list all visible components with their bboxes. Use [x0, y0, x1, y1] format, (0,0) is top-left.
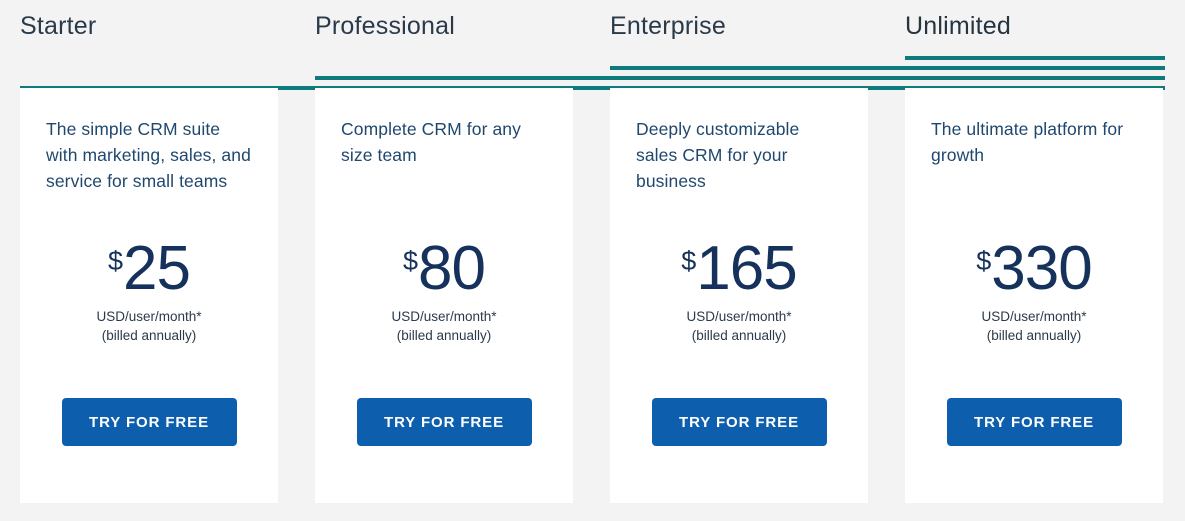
try-for-free-button[interactable]: TRY FOR FREE	[651, 398, 827, 446]
tab-label: Unlimited	[905, 12, 1011, 40]
plan-card-enterprise[interactable]: Deeply customizable sales CRM for your b…	[610, 88, 868, 503]
tab-label: Professional	[315, 12, 455, 40]
plan-billing-note: (billed annually)	[986, 328, 1082, 344]
currency-symbol: $	[108, 246, 124, 276]
plan-description: The simple CRM suite with marketing, sal…	[46, 119, 251, 191]
currency-symbol: $	[681, 246, 697, 276]
try-for-free-button[interactable]: TRY FOR FREE	[356, 398, 532, 446]
plan-description: The ultimate platform for growth	[931, 119, 1124, 165]
plan-card-starter[interactable]: The simple CRM suite with marketing, sal…	[20, 88, 278, 503]
price-amount: 330	[991, 234, 1092, 303]
tab-underline-enterprise	[610, 66, 1165, 70]
plan-price: $ 80	[403, 234, 486, 303]
tab-label: Enterprise	[610, 12, 726, 40]
try-for-free-button[interactable]: TRY FOR FREE	[946, 398, 1122, 446]
currency-symbol: $	[403, 246, 419, 276]
plan-price-block: $ 165 USD/user/month* (billed annually)	[610, 234, 868, 345]
plan-description: Deeply customizable sales CRM for your b…	[636, 119, 800, 191]
plan-price-block: $ 25 USD/user/month* (billed annually)	[20, 234, 278, 345]
tab-enterprise[interactable]: Enterprise	[610, 0, 868, 52]
tab-unlimited[interactable]: Unlimited	[905, 0, 1163, 52]
plan-unit-note: USD/user/month*	[686, 309, 792, 325]
plan-description: Complete CRM for any size team	[341, 119, 521, 165]
plan-cta-wrapper: TRY FOR FREE	[610, 398, 868, 446]
plan-unit-note: USD/user/month*	[981, 309, 1087, 325]
plan-billing-note: (billed annually)	[101, 328, 197, 344]
plan-price-note: USD/user/month* (billed annually)	[905, 307, 1163, 345]
plan-unit-note: USD/user/month*	[391, 309, 497, 325]
plan-cta-wrapper: TRY FOR FREE	[20, 398, 278, 446]
currency-symbol: $	[976, 246, 992, 276]
tab-professional[interactable]: Professional	[315, 0, 573, 52]
plan-price: $ 165	[681, 234, 797, 303]
price-amount: 165	[696, 234, 797, 303]
try-for-free-button[interactable]: TRY FOR FREE	[61, 398, 237, 446]
plan-price-note: USD/user/month* (billed annually)	[315, 307, 573, 345]
plan-price-note: USD/user/month* (billed annually)	[20, 307, 278, 345]
plan-cta-wrapper: TRY FOR FREE	[315, 398, 573, 446]
plan-card-professional[interactable]: Complete CRM for any size team $ 80 USD/…	[315, 88, 573, 503]
plan-price-block: $ 330 USD/user/month* (billed annually)	[905, 234, 1163, 345]
plan-cards: The simple CRM suite with marketing, sal…	[0, 88, 1185, 508]
tab-underline-unlimited	[905, 56, 1165, 60]
plan-card-unlimited[interactable]: The ultimate platform for growth $ 330 U…	[905, 88, 1163, 503]
price-amount: 80	[418, 234, 486, 303]
plan-price: $ 330	[976, 234, 1092, 303]
plan-cta-wrapper: TRY FOR FREE	[905, 398, 1163, 446]
plan-billing-note: (billed annually)	[396, 328, 492, 344]
tab-starter[interactable]: Starter	[20, 0, 278, 52]
plan-price-block: $ 80 USD/user/month* (billed annually)	[315, 234, 573, 345]
price-amount: 25	[123, 234, 191, 303]
tab-label: Starter	[20, 12, 97, 40]
plan-billing-note: (billed annually)	[691, 328, 787, 344]
plan-price-note: USD/user/month* (billed annually)	[610, 307, 868, 345]
pricing-table: Starter Professional Enterprise Unlimite…	[0, 0, 1185, 521]
plan-price: $ 25	[108, 234, 191, 303]
tab-underline-professional	[315, 76, 1165, 80]
plan-unit-note: USD/user/month*	[96, 309, 202, 325]
plan-tabs: Starter Professional Enterprise Unlimite…	[0, 0, 1185, 52]
